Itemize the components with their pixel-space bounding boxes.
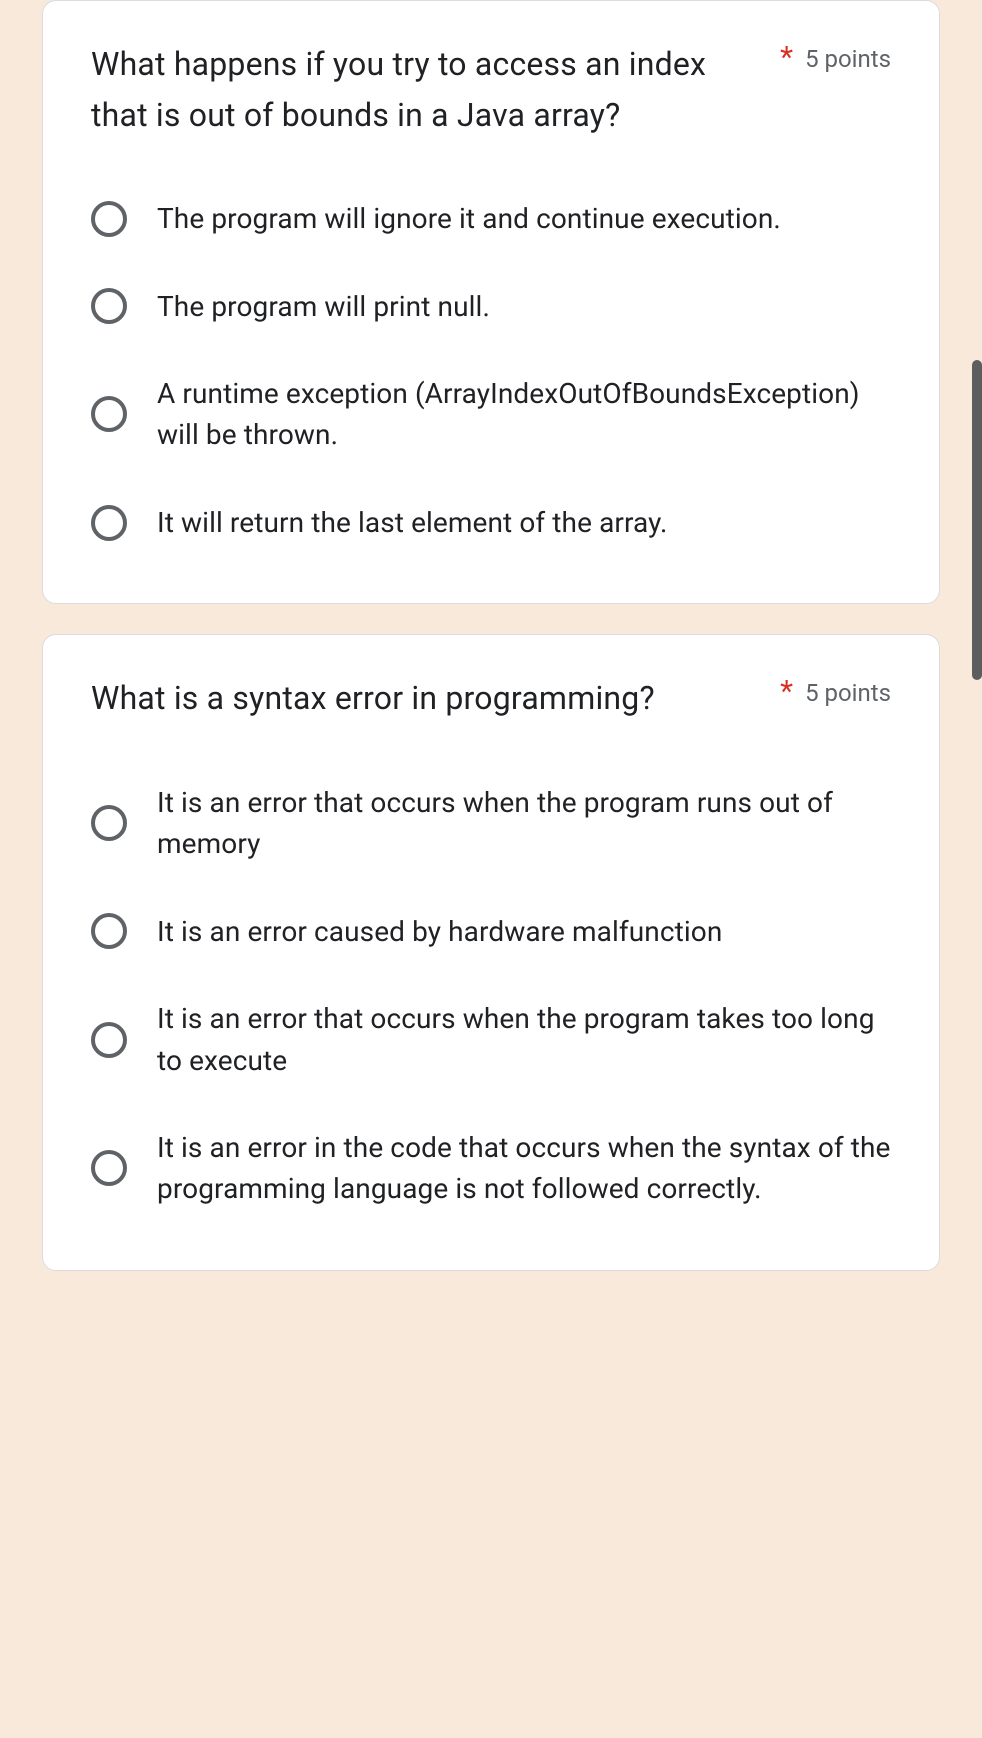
points-label: 5 points (805, 679, 891, 707)
radio-icon[interactable] (91, 201, 127, 237)
option-row[interactable]: The program will print null. (91, 286, 891, 327)
required-asterisk: * (780, 43, 793, 73)
radio-icon[interactable] (91, 805, 127, 841)
question-header: What is a syntax error in programming? *… (91, 673, 891, 724)
option-text: It is an error that occurs when the prog… (157, 998, 891, 1081)
question-card: What is a syntax error in programming? *… (42, 634, 940, 1271)
required-asterisk: * (780, 677, 793, 707)
option-text: The program will ignore it and continue … (157, 198, 781, 239)
option-text: It will return the last element of the a… (157, 502, 668, 543)
option-row[interactable]: It is an error caused by hardware malfun… (91, 911, 891, 952)
question-title: What is a syntax error in programming? (91, 673, 764, 724)
option-text: It is an error caused by hardware malfun… (157, 911, 722, 952)
option-text: It is an error in the code that occurs w… (157, 1127, 891, 1210)
option-row[interactable]: It is an error in the code that occurs w… (91, 1127, 891, 1210)
question-meta: * 5 points (780, 673, 891, 707)
question-meta: * 5 points (780, 39, 891, 73)
option-row[interactable]: The program will ignore it and continue … (91, 198, 891, 239)
option-row[interactable]: It will return the last element of the a… (91, 502, 891, 543)
radio-icon[interactable] (91, 288, 127, 324)
radio-icon[interactable] (91, 505, 127, 541)
option-text: The program will print null. (157, 286, 490, 327)
radio-icon[interactable] (91, 1022, 127, 1058)
question-header: What happens if you try to access an ind… (91, 39, 891, 140)
option-row[interactable]: It is an error that occurs when the prog… (91, 782, 891, 865)
radio-icon[interactable] (91, 1150, 127, 1186)
question-card: What happens if you try to access an ind… (42, 0, 940, 604)
option-row[interactable]: A runtime exception (ArrayIndexOutOfBoun… (91, 373, 891, 456)
scrollbar-thumb[interactable] (972, 360, 982, 680)
question-title: What happens if you try to access an ind… (91, 39, 764, 140)
option-text: A runtime exception (ArrayIndexOutOfBoun… (157, 373, 891, 456)
radio-icon[interactable] (91, 913, 127, 949)
points-label: 5 points (805, 45, 891, 73)
option-row[interactable]: It is an error that occurs when the prog… (91, 998, 891, 1081)
option-text: It is an error that occurs when the prog… (157, 782, 891, 865)
radio-icon[interactable] (91, 396, 127, 432)
